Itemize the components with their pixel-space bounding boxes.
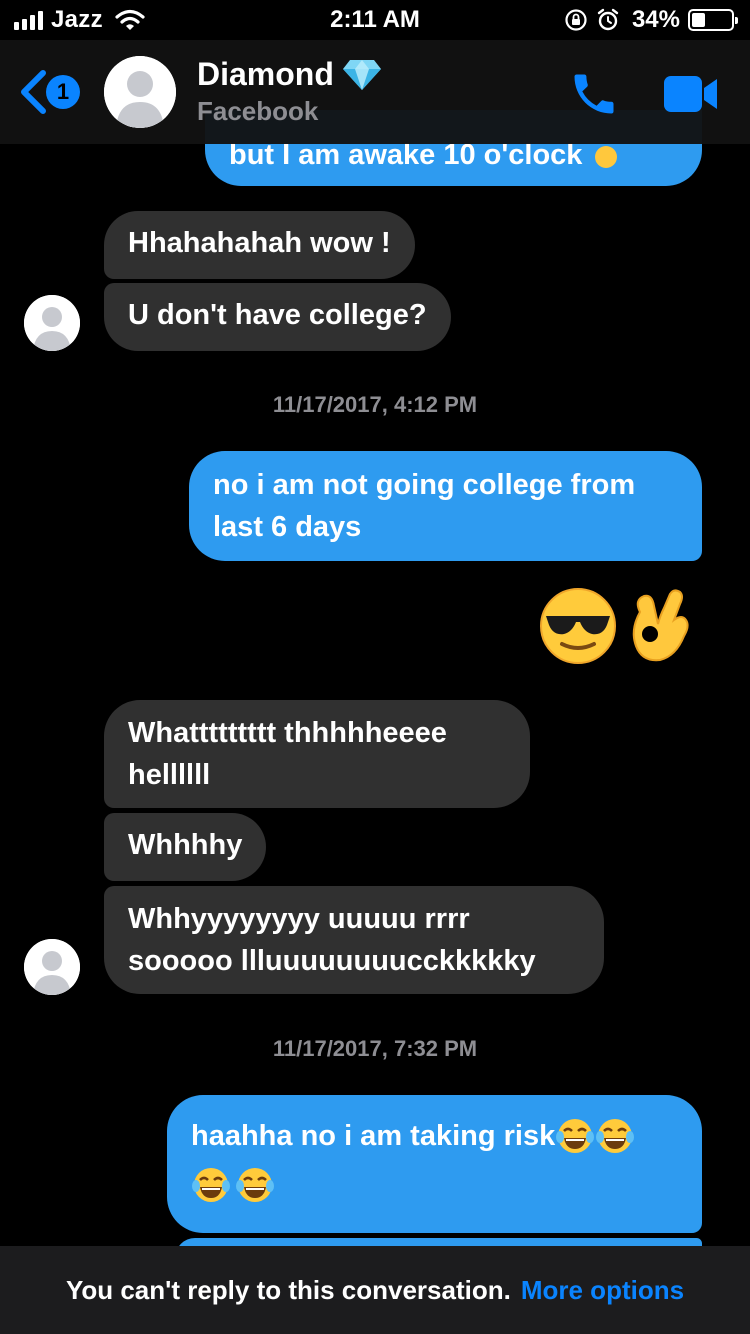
back-chevron-icon [21, 70, 46, 114]
tears-of-joy-emoji [556, 1119, 595, 1153]
sender-avatar[interactable] [24, 295, 80, 351]
message-line: haahha no i am taking risk [191, 1115, 678, 1157]
message-bubble-outgoing[interactable]: no i am not going college from last 6 da… [189, 451, 702, 561]
contact-name-text: Diamond [197, 56, 334, 92]
video-call-button[interactable] [662, 74, 720, 119]
reply-disabled-bar: You can't reply to this conversation. Mo… [0, 1246, 750, 1334]
timestamp: 11/17/2017, 4:12 PM [272, 392, 478, 417]
message-line: sooooo llluuuuuuuucckkkkky [128, 945, 536, 977]
ok-hand-emoji [632, 589, 689, 662]
message-text: Whhhhy [128, 829, 243, 861]
message-bubble-incoming[interactable]: Whhyyyyyyyy uuuuu rrrr sooooo llluuuuuuu… [104, 886, 604, 994]
message-line: Whhyyyyyyyy uuuuu rrrr [128, 903, 470, 935]
message-line: hellllll [128, 759, 211, 791]
message-bubble-incoming[interactable]: Whattttttttt thhhhheeee hellllll [104, 700, 530, 808]
emoji-message[interactable] [538, 586, 698, 666]
voice-call-button[interactable] [568, 68, 620, 125]
more-options-link[interactable]: More options [521, 1275, 684, 1306]
message-line: no i am not going college from [213, 469, 636, 501]
message-text: haahha no i am taking risk [191, 1120, 556, 1152]
person-icon [24, 939, 80, 995]
tears-of-joy-emoji [192, 1168, 230, 1202]
message-bubble-incoming[interactable]: Whhhhy [104, 813, 267, 881]
sunglasses-emoji [540, 588, 616, 664]
message-bubble-incoming[interactable]: U don't have college? [104, 283, 451, 351]
unread-badge: 1 [46, 75, 80, 109]
tears-of-joy-emoji [236, 1168, 274, 1202]
reply-disabled-notice: You can't reply to this conversation. [65, 1274, 511, 1305]
battery-icon [688, 9, 738, 31]
battery-percent: 34% [631, 6, 680, 33]
message-bubble-incoming[interactable]: Hhahahahah wow ! [104, 211, 415, 279]
alarm-icon [597, 8, 619, 31]
contact-avatar[interactable] [104, 56, 176, 128]
emoji-line [191, 1165, 678, 1205]
battery-fill [692, 13, 705, 27]
status-bar: Jazz 2:11 AM 34% [0, 0, 750, 40]
diamond-icon [342, 59, 381, 90]
ok-hand-emoji [594, 146, 617, 169]
message-text: U don't have college? [128, 299, 427, 331]
timestamp: 11/17/2017, 7:32 PM [272, 1036, 478, 1061]
contact-source: Facebook [197, 96, 319, 126]
video-camera-icon [664, 76, 717, 112]
message-line: last 6 days [213, 511, 362, 543]
orientation-lock-icon [565, 9, 587, 31]
contact-name[interactable]: Diamond [197, 56, 382, 93]
phone-icon [574, 74, 614, 114]
message-text: Hhahahahah wow ! [128, 227, 391, 259]
sender-avatar[interactable] [24, 939, 80, 995]
message-bubble-outgoing[interactable]: haahha no i am taking risk [167, 1095, 702, 1233]
tears-of-joy-emoji [596, 1119, 635, 1153]
back-button[interactable]: 1 [18, 70, 80, 114]
person-icon [104, 56, 176, 128]
status-right: 34% [564, 6, 738, 34]
message-line: Whattttttttt thhhhheeee [128, 717, 447, 749]
conversation-header: 1 Diamond Facebook [0, 40, 750, 144]
person-icon [24, 295, 80, 351]
